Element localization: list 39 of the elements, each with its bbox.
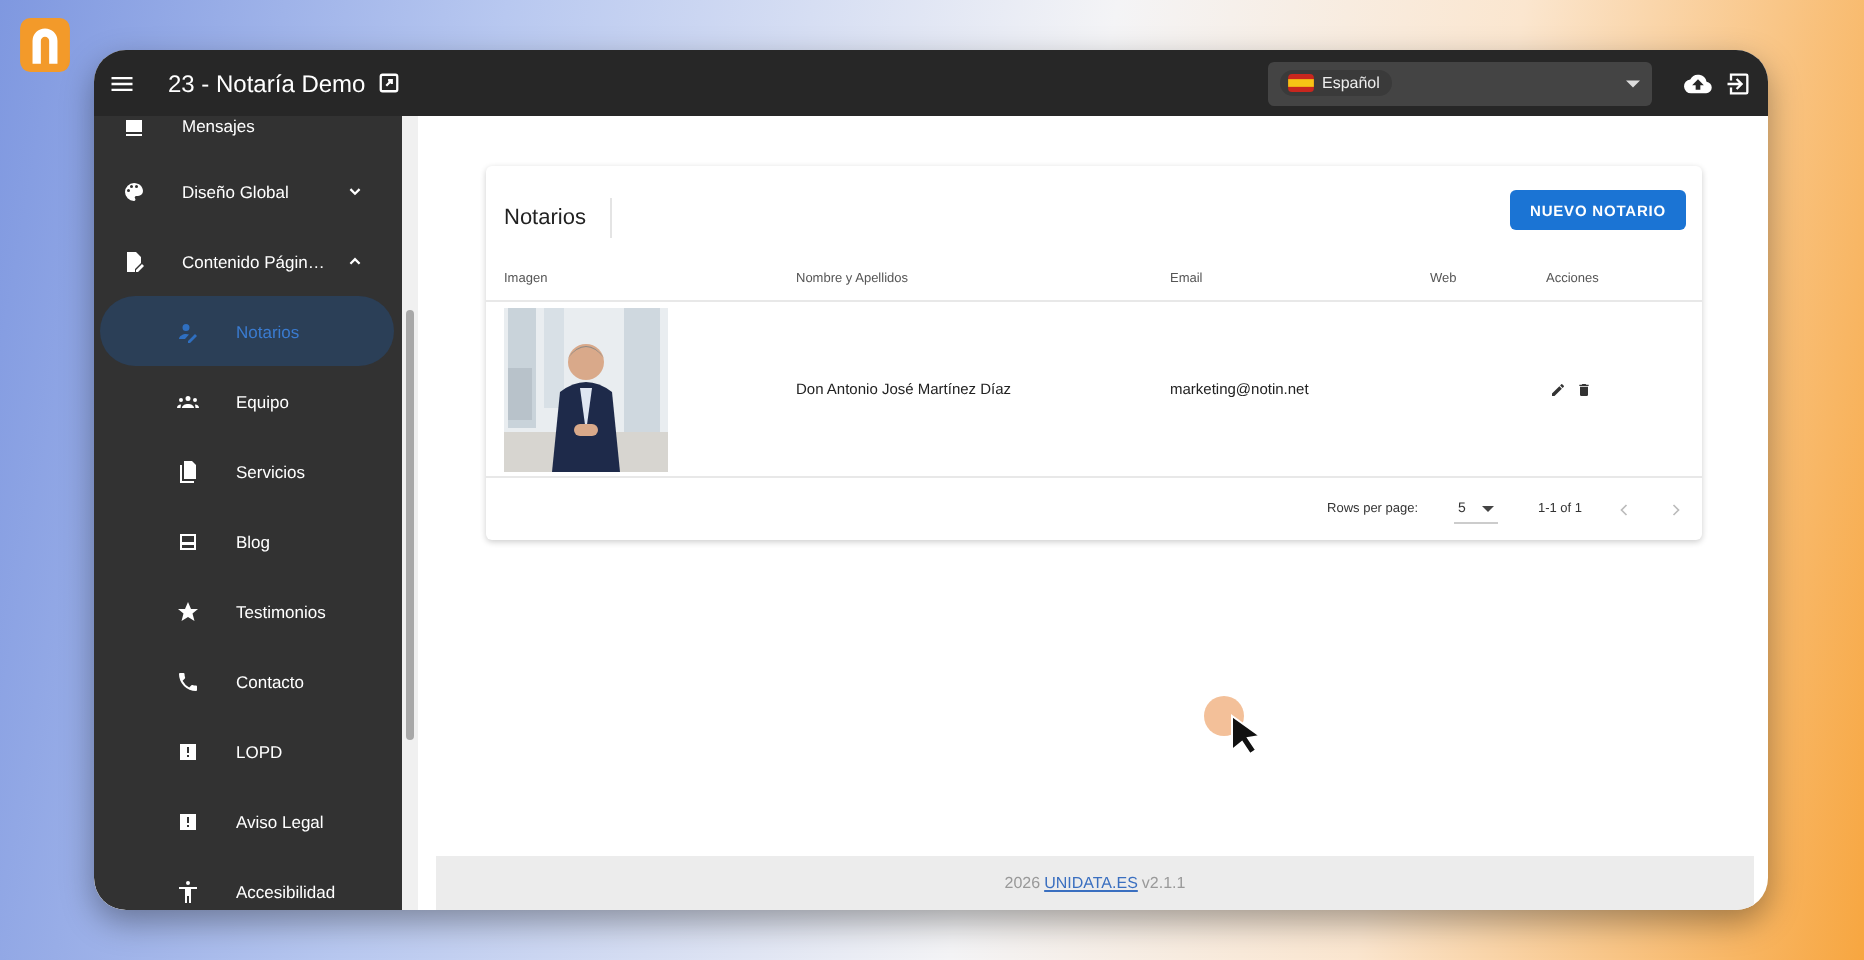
palette-icon <box>122 179 146 203</box>
footer-version: v2.1.1 <box>1141 874 1186 892</box>
sidebar-item[interactable]: Blog <box>100 506 394 576</box>
sidebar-item[interactable]: Testimonios <box>100 576 394 646</box>
inbox-icon <box>122 116 146 140</box>
cloud-upload-icon[interactable] <box>1684 69 1712 97</box>
caret-icon <box>1626 79 1640 87</box>
scrollbar[interactable] <box>402 116 418 910</box>
footer-link[interactable]: UNIDATA.ES <box>1044 874 1138 892</box>
sidebar-item[interactable]: Aviso Legal <box>100 786 394 856</box>
edit-icon[interactable] <box>1550 381 1566 397</box>
delete-icon[interactable] <box>1576 381 1592 397</box>
file-icon <box>176 459 200 483</box>
phone-icon <box>176 669 200 693</box>
logout-icon[interactable] <box>1724 69 1752 97</box>
logo-icon <box>20 18 70 72</box>
sidebar-item[interactable]: Mensajes <box>100 116 394 156</box>
sidebar-item[interactable]: Diseño Global <box>100 156 394 226</box>
sidebar-item[interactable]: Contenido Págin… <box>100 226 394 296</box>
language-select[interactable]: Español <box>1268 61 1652 105</box>
sidebar-item[interactable]: LOPD <box>100 716 394 786</box>
star-icon <box>176 599 200 623</box>
person-icon <box>176 319 200 343</box>
app-title: 23 - Notaría Demo <box>168 69 366 97</box>
caret-icon <box>1481 505 1494 511</box>
alert-icon <box>176 809 200 833</box>
sidebar-item[interactable]: Contacto <box>100 646 394 716</box>
external-link-icon[interactable] <box>377 72 400 94</box>
cursor-icon <box>1204 696 1264 756</box>
sidebar-item[interactable]: Equipo <box>100 366 394 436</box>
sidebar-item[interactable]: Servicios <box>100 436 394 506</box>
card-title: Notarios <box>504 198 612 238</box>
alert-icon <box>176 739 200 763</box>
flag-icon <box>1288 74 1314 92</box>
figure-icon <box>176 879 200 903</box>
language-label: Español <box>1322 74 1380 92</box>
sidebar-item[interactable]: Accesibilidad <box>100 856 394 910</box>
footer-year: 2026 <box>1004 874 1041 892</box>
document-icon <box>122 249 146 273</box>
